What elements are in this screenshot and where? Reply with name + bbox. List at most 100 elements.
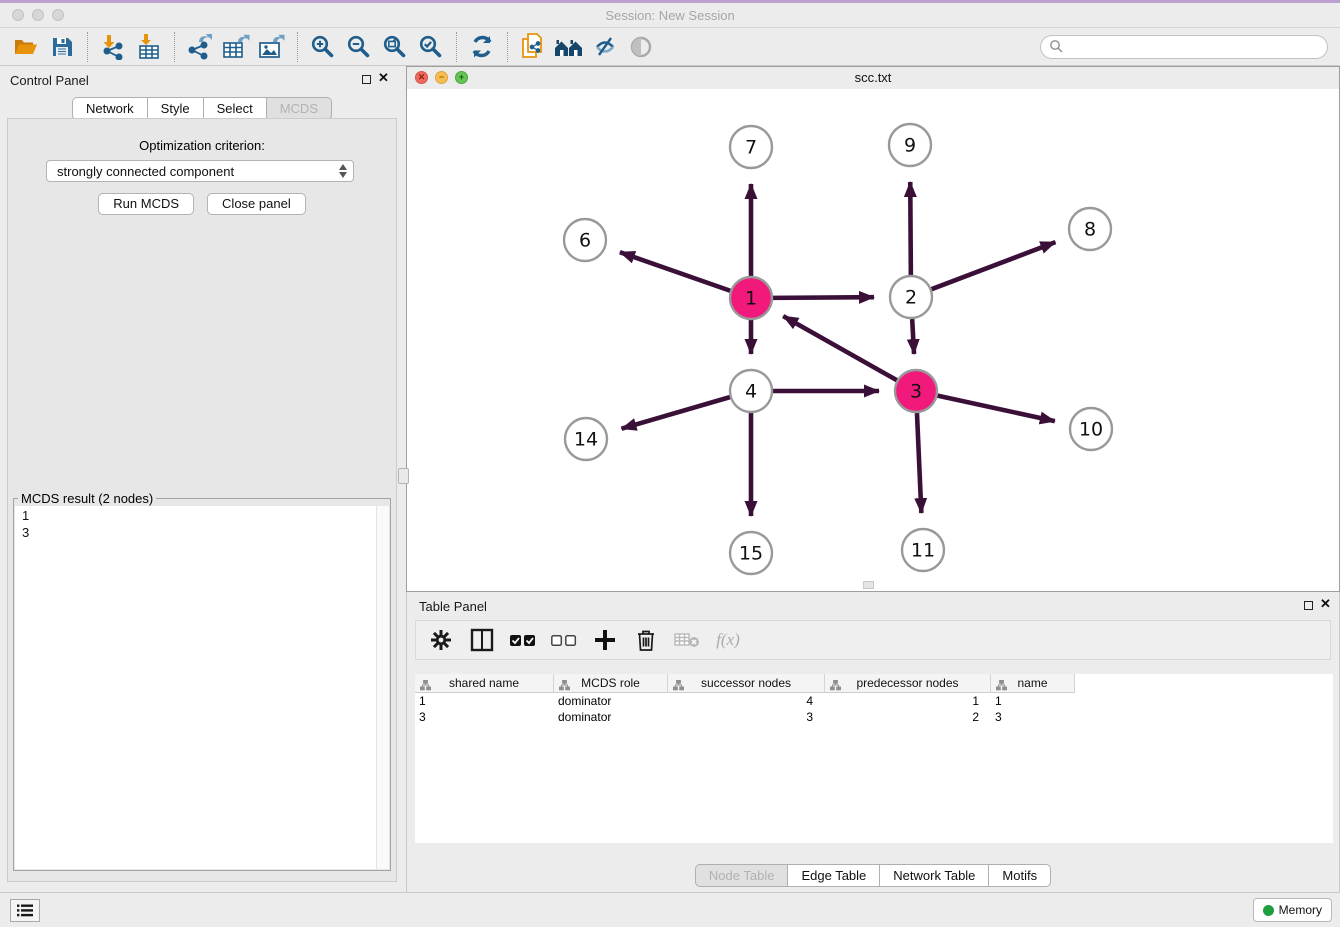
add-column-icon[interactable] — [592, 627, 618, 653]
tab-network[interactable]: Network — [72, 97, 148, 120]
search-input[interactable] — [1064, 38, 1327, 55]
network-title: scc.txt — [407, 70, 1339, 85]
table-cell[interactable]: 2 — [825, 709, 991, 725]
os-titlebar: Session: New Session — [0, 3, 1340, 28]
table-cell[interactable]: dominator — [554, 693, 668, 709]
svg-text:15: 15 — [739, 543, 763, 565]
table-body: 1dominator4113dominator323 — [415, 693, 1333, 843]
graph-edge-4-14[interactable] — [622, 397, 730, 429]
vizmapper-icon[interactable] — [587, 31, 623, 63]
export-table-icon[interactable] — [218, 31, 254, 63]
graph-node-8[interactable]: 8 — [1069, 208, 1111, 250]
graph-edge-2-8[interactable] — [932, 242, 1056, 289]
table-row: 3dominator323 — [415, 709, 1333, 725]
column-header-MCDS-role[interactable]: MCDS role — [554, 674, 668, 693]
tab-motifs[interactable]: Motifs — [989, 864, 1051, 887]
search-field[interactable] — [1040, 35, 1328, 59]
memory-button[interactable]: Memory — [1253, 898, 1332, 922]
table-cell[interactable]: 3 — [991, 709, 1075, 725]
graph-node-6[interactable]: 6 — [564, 219, 606, 261]
table-header: shared nameMCDS rolesuccessor nodesprede… — [415, 674, 1333, 693]
import-table-icon[interactable] — [131, 31, 167, 63]
column-header-predecessor-nodes[interactable]: predecessor nodes — [825, 674, 991, 693]
graph-node-2[interactable]: 2 — [890, 276, 932, 318]
column-header-shared-name[interactable]: shared name — [415, 674, 554, 693]
column-settings-icon[interactable] — [428, 627, 454, 653]
column-type-icon — [996, 678, 1007, 696]
optimization-label: Optimization criterion: — [8, 138, 396, 153]
select-all-columns-icon[interactable] — [510, 627, 536, 653]
delete-column-icon[interactable] — [633, 627, 659, 653]
table-cell[interactable]: 1 — [825, 693, 991, 709]
float-panel-icon[interactable] — [362, 75, 371, 84]
graph-edge-1-2[interactable] — [773, 297, 874, 298]
graph-node-3[interactable]: 3 — [895, 370, 937, 412]
zoom-out-icon[interactable] — [341, 31, 377, 63]
zoom-fit-icon[interactable] — [377, 31, 413, 63]
graph-node-4[interactable]: 4 — [730, 370, 772, 412]
graph-node-9[interactable]: 9 — [889, 124, 931, 166]
toolbar-separator — [507, 32, 508, 62]
function-builder-icon: f(x) — [715, 627, 741, 653]
tab-network-table[interactable]: Network Table — [880, 864, 989, 887]
close-panel-icon[interactable]: ✕ — [378, 71, 389, 85]
svg-text:11: 11 — [911, 540, 935, 562]
graph-edge-3-1[interactable] — [783, 316, 897, 380]
table-cell[interactable]: 3 — [415, 709, 554, 725]
tab-style[interactable]: Style — [148, 97, 204, 120]
save-session-icon[interactable] — [44, 31, 80, 63]
graph-node-10[interactable]: 10 — [1070, 408, 1112, 450]
memory-label: Memory — [1279, 903, 1322, 917]
svg-text:2: 2 — [905, 287, 917, 309]
zoom-in-icon[interactable] — [305, 31, 341, 63]
column-header-name[interactable]: name — [991, 674, 1075, 693]
export-image-icon[interactable] — [254, 31, 290, 63]
column-header-successor-nodes[interactable]: successor nodes — [668, 674, 825, 693]
table-cell[interactable]: 4 — [668, 693, 825, 709]
table-cell[interactable]: dominator — [554, 709, 668, 725]
graph-edge-3-10[interactable] — [937, 396, 1054, 421]
mcds-result-text: 1 3 — [15, 506, 389, 541]
result-scrollbar[interactable] — [376, 506, 389, 869]
tab-edge-table[interactable]: Edge Table — [788, 864, 880, 887]
graph-node-11[interactable]: 11 — [902, 529, 944, 571]
close-panel-button[interactable]: Close panel — [207, 193, 306, 215]
graph-node-7[interactable]: 7 — [730, 126, 772, 168]
canvas-grip[interactable] — [863, 581, 874, 589]
list-icon — [17, 904, 33, 917]
graph-node-1[interactable]: 1 — [730, 277, 772, 319]
tab-select[interactable]: Select — [204, 97, 267, 120]
graph-edge-2-9[interactable] — [910, 182, 911, 275]
open-session-icon[interactable] — [8, 31, 44, 63]
float-table-panel-icon[interactable] — [1304, 601, 1313, 610]
clone-network-icon[interactable] — [515, 31, 551, 63]
run-mcds-button[interactable]: Run MCDS — [98, 193, 194, 215]
mcds-panel: Optimization criterion: strongly connect… — [7, 118, 397, 882]
graph-edge-3-11[interactable] — [917, 413, 921, 513]
graph-node-15[interactable]: 15 — [730, 532, 772, 574]
apply-layout-icon[interactable] — [464, 31, 500, 63]
network-window-titlebar[interactable]: ✕ − + scc.txt — [407, 67, 1339, 90]
zoom-selected-icon[interactable] — [413, 31, 449, 63]
tab-node-table[interactable]: Node Table — [695, 864, 789, 887]
graph-edge-2-3[interactable] — [912, 319, 914, 354]
criterion-dropdown[interactable]: strongly connected component — [46, 160, 354, 182]
control-panel-title: Control Panel — [10, 73, 89, 88]
reset-view-icon[interactable] — [551, 31, 587, 63]
close-table-panel-icon[interactable]: ✕ — [1320, 597, 1331, 611]
tab-mcds[interactable]: MCDS — [267, 97, 332, 120]
mcds-result-area[interactable]: 1 3 — [15, 506, 389, 869]
table-cell[interactable]: 1 — [415, 693, 554, 709]
export-network-icon[interactable] — [182, 31, 218, 63]
network-canvas[interactable]: 7 9 6 8 1 2 4 3 14 10 15 11 — [407, 89, 1339, 591]
deselect-all-columns-icon[interactable] — [551, 627, 577, 653]
svg-text:7: 7 — [745, 137, 757, 159]
graph-edge-1-6[interactable] — [620, 252, 730, 291]
split-panel-icon[interactable] — [469, 627, 495, 653]
panel-splitter-grip[interactable] — [398, 468, 409, 484]
task-history-button[interactable] — [10, 899, 40, 922]
hide-details-icon[interactable] — [623, 31, 659, 63]
import-network-icon[interactable] — [95, 31, 131, 63]
table-cell[interactable]: 3 — [668, 709, 825, 725]
graph-node-14[interactable]: 14 — [565, 418, 607, 460]
